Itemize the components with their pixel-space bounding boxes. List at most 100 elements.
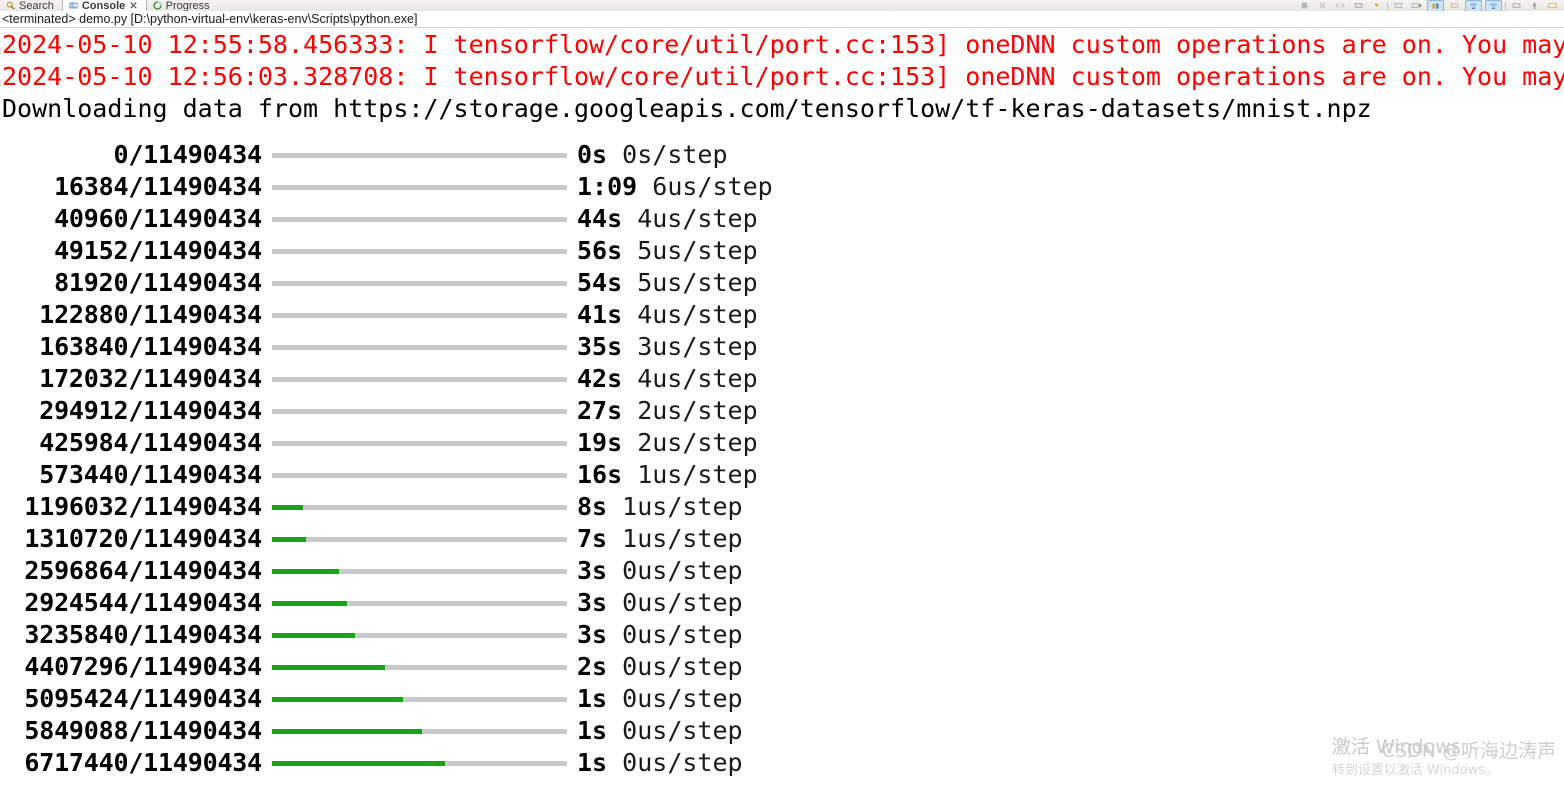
console-icon [69,1,78,10]
tab-console[interactable]: Console ✕ [61,0,147,11]
progress-count-label: 163840/11490434 [39,332,262,361]
progress-elapsed-label: 19s [577,428,623,457]
progress-row: 163840/11490434 35s 3us/step [0,331,1564,363]
progress-elapsed-label: 1s [577,684,608,713]
pin-view-button[interactable] [1527,1,1542,11]
progress-count-label: 5095424/11490434 [24,684,262,713]
progress-count-label: 40960/11490434 [54,204,262,233]
progress-step-rate-label: 2us/step [622,396,758,425]
minimize-view-button[interactable] [1509,1,1524,11]
show-console-on-output-button[interactable] [1465,0,1482,11]
progress-count-label: 294912/11490434 [39,396,262,425]
progress-elapsed-label: 42s [577,364,623,393]
progress-step-rate-label: 0us/step [607,652,743,681]
progress-bar-track [272,440,567,446]
progress-bar-track [272,184,567,190]
progress-step-rate-label: 1us/step [607,524,743,553]
console-stderr-line: 2024-05-10 12:56:03.328708: I tensorflow… [2,62,1564,91]
progress-count-label: 425984/11490434 [39,428,262,457]
console-output-area[interactable]: 2024-05-10 12:55:58.456333: I tensorflow… [0,29,1564,789]
progress-step-rate-label: 5us/step [622,236,758,265]
progress-elapsed-label: 1:09 [577,172,638,201]
progress-elapsed-label: 8s [577,492,608,521]
progress-bar-fill [272,760,445,766]
progress-elapsed-label: 3s [577,556,608,585]
progress-bar-fill [272,568,339,574]
progress-bar-track [272,696,567,702]
progress-row: 172032/11490434 42s 4us/step [0,363,1564,395]
progress-row: 81920/11490434 54s 5us/step [0,267,1564,299]
word-wrap-button[interactable] [1427,0,1444,11]
progress-row: 122880/11490434 41s 4us/step [0,299,1564,331]
progress-row: 2596864/11490434 3s 0us/step [0,555,1564,587]
progress-count-label: 2924544/11490434 [24,588,262,617]
progress-count-label: 16384/11490434 [54,172,262,201]
progress-count-label: 3235840/11490434 [24,620,262,649]
show-console-on-error-button[interactable] [1485,0,1502,11]
launch-configuration-label: <terminated> demo.py [D:\python-virtual-… [0,11,1564,28]
progress-elapsed-label: 1s [577,748,608,777]
progress-bar-fill [272,664,386,670]
new-console-view-button[interactable] [1447,1,1462,11]
progress-row: 6717440/11490434 1s 0us/step [0,747,1564,779]
display-selected-console-button[interactable] [1351,1,1366,11]
progress-elapsed-label: 3s [577,620,608,649]
progress-count-label: 122880/11490434 [39,300,262,329]
progress-row: 0/11490434 0s 0s/step [0,139,1564,171]
progress-bar-track [272,344,567,350]
progress-row: 4407296/11490434 2s 0us/step [0,651,1564,683]
progress-bar-track [272,472,567,478]
progress-step-rate-label: 4us/step [622,204,758,233]
progress-icon [152,1,162,10]
progress-bar-fill [272,600,348,606]
open-console-button[interactable] [1369,1,1384,11]
tab-progress[interactable]: Progress [147,0,218,11]
view-menu-button[interactable] [1545,1,1560,11]
console-stderr-line: 2024-05-10 12:55:58.456333: I tensorflow… [2,30,1564,59]
pin-console-button[interactable] [1391,1,1406,11]
progress-bar-track [272,568,567,574]
progress-step-rate-label: 0s/step [607,140,728,169]
progress-count-label: 5849088/11490434 [24,716,262,745]
progress-row: 49152/11490434 56s 5us/step [0,235,1564,267]
progress-step-rate-label: 4us/step [622,300,758,329]
tab-search[interactable]: Search [0,0,62,11]
progress-count-label: 6717440/11490434 [24,748,262,777]
progress-row: 1310720/11490434 7s 1us/step [0,523,1564,555]
progress-elapsed-label: 27s [577,396,623,425]
progress-bar-track [272,728,567,734]
progress-bar-fill [272,728,423,734]
progress-bar-track [272,248,567,254]
progress-step-rate-label: 1us/step [622,460,758,489]
progress-elapsed-label: 3s [577,588,608,617]
progress-step-rate-label: 0us/step [607,620,743,649]
scroll-lock-button[interactable] [1409,1,1424,11]
progress-row: 16384/11490434 1:09 6us/step [0,171,1564,203]
progress-bar-fill [272,696,403,702]
console-toolbar [1297,0,1564,11]
progress-bar-track [272,760,567,766]
progress-step-rate-label: 0us/step [607,684,743,713]
progress-count-label: 1196032/11490434 [24,492,262,521]
progress-bar-track [272,216,567,222]
progress-bar-track [272,632,567,638]
progress-row: 1196032/11490434 8s 1us/step [0,491,1564,523]
remove-all-terminated-button[interactable] [1333,1,1348,11]
progress-elapsed-label: 56s [577,236,623,265]
progress-count-label: 573440/11490434 [39,460,262,489]
progress-row: 40960/11490434 44s 4us/step [0,203,1564,235]
progress-step-rate-label: 6us/step [637,172,773,201]
progress-bar-fill [272,504,303,510]
progress-row: 573440/11490434 16s 1us/step [0,459,1564,491]
progress-bar-track [272,312,567,318]
progress-row: 425984/11490434 19s 2us/step [0,427,1564,459]
progress-bar-track [272,280,567,286]
progress-count-label: 172032/11490434 [39,364,262,393]
progress-step-rate-label: 0us/step [607,588,743,617]
terminate-button[interactable] [1297,1,1312,11]
progress-bar-fill [272,536,306,542]
progress-row: 5095424/11490434 1s 0us/step [0,683,1564,715]
progress-count-label: 2596864/11490434 [24,556,262,585]
remove-launch-button[interactable] [1315,1,1330,11]
progress-step-rate-label: 0us/step [607,556,743,585]
